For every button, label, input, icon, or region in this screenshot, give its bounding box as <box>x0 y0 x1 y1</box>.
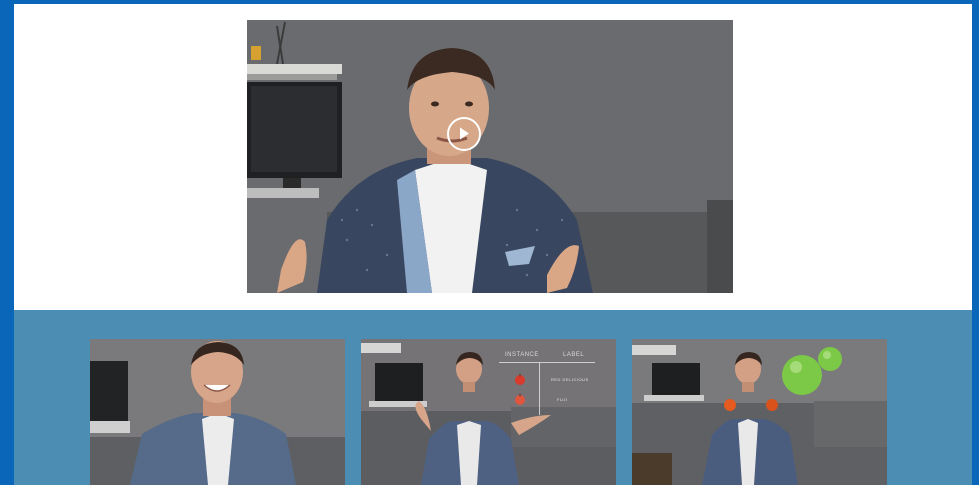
play-triangle-icon <box>460 127 469 140</box>
overlay-header-rule <box>499 362 595 363</box>
instance-label-overlay: INSTANCE LABEL RED DELICIOUS FUJI <box>499 349 595 419</box>
overlay-header-label: LABEL <box>563 352 585 358</box>
video-thumbnail-1[interactable] <box>90 339 345 485</box>
overlay-header-instance: INSTANCE <box>505 352 539 358</box>
page-frame: INSTANCE LABEL RED DELICIOUS FUJI <box>14 4 972 485</box>
overlay-label-2: FUJI <box>557 397 568 402</box>
play-circle-icon[interactable] <box>447 117 481 151</box>
overlay-column-rule <box>539 363 540 415</box>
hero-video[interactable] <box>247 20 733 293</box>
video-thumbnail-3[interactable] <box>632 339 887 485</box>
overlay-label-1: RED DELICIOUS <box>551 377 589 382</box>
thumbnail-1-scene <box>90 339 345 485</box>
hero-video-scene <box>247 20 733 293</box>
apple-icon <box>515 373 525 385</box>
apple-icon <box>515 393 525 405</box>
video-thumbnail-2[interactable]: INSTANCE LABEL RED DELICIOUS FUJI <box>361 339 616 485</box>
thumbnail-strip: INSTANCE LABEL RED DELICIOUS FUJI <box>14 310 972 485</box>
thumbnail-3-scene <box>632 339 887 485</box>
